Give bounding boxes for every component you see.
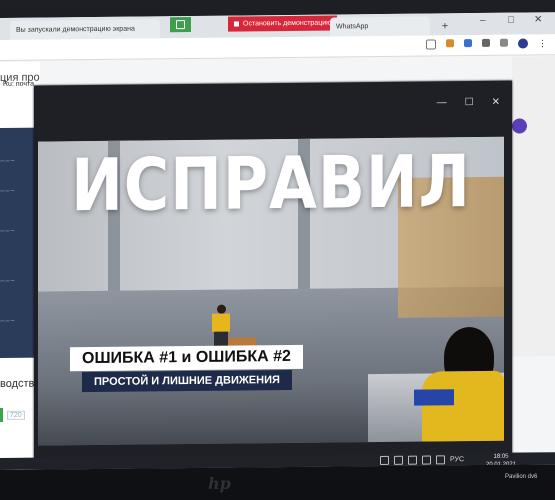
browser-maximize-button[interactable]: □ [508, 15, 514, 26]
quality-indicator [0, 407, 3, 422]
tab-active[interactable]: Вы запускали демонстрацию экрана [10, 19, 160, 40]
hp-logo: hp [208, 474, 231, 493]
user-avatar[interactable] [512, 118, 527, 134]
worker-shirt [422, 370, 504, 442]
background-page-right [512, 56, 555, 357]
volume-icon[interactable] [408, 455, 417, 465]
extension-icon[interactable] [500, 38, 508, 47]
menu-dots-icon[interactable]: ⋮ [538, 38, 547, 49]
tab-whatsapp[interactable]: WhatsApp [330, 16, 430, 37]
extension-icon[interactable] [446, 39, 454, 48]
window-controls: — ☐ ✕ [437, 97, 500, 109]
profile-avatar[interactable] [518, 38, 528, 49]
extension-icon[interactable] [464, 39, 472, 48]
stop-sharing-button[interactable]: Остановить демонстрацию [228, 15, 338, 32]
people-icon[interactable] [380, 455, 389, 466]
page-text-line: — — — [0, 227, 15, 233]
page-title-fragment: ция про [0, 71, 40, 84]
stop-icon [234, 21, 239, 27]
worker-foreground [414, 326, 504, 442]
quality-value[interactable]: 720 [7, 410, 25, 420]
browser-minimize-button[interactable]: – [480, 15, 486, 26]
stop-sharing-label: Остановить демонстрацию [243, 19, 332, 28]
worker-sleeve [414, 389, 454, 406]
worker-body [212, 313, 230, 332]
language-indicator[interactable]: РУС [450, 456, 464, 463]
address-bar: ⋮ [0, 34, 555, 61]
share-screen-icon [176, 20, 185, 30]
close-button[interactable]: ✕ [492, 97, 500, 108]
system-tray: РУС [380, 455, 464, 466]
minimize-button[interactable]: — [437, 97, 447, 108]
video-headline: ИСПРАВИЛ [71, 139, 471, 228]
extension-toolbar: ⋮ [426, 38, 547, 50]
star-icon[interactable] [426, 39, 436, 50]
notification-icon[interactable] [436, 455, 445, 465]
page-text-line: — — — [0, 317, 15, 323]
monitor-model-label: Pavilion dv6 [505, 474, 538, 480]
worker-head [217, 304, 226, 314]
browser-close-button[interactable]: ✕ [534, 14, 542, 25]
errors-sublabel: ПРОСТОЙ И ЛИШНИЕ ДВИЖЕНИЯ [82, 369, 292, 393]
screen: Вы запускали демонстрацию экрана Останов… [0, 12, 555, 471]
page-text-line: — — — [0, 157, 15, 163]
new-tab-button[interactable]: + [438, 16, 452, 35]
page-text-line: — — — [0, 187, 15, 193]
network-icon[interactable] [394, 455, 403, 465]
puzzle-icon[interactable] [482, 38, 490, 47]
errors-label: ОШИБКА #1 и ОШИБКА #2 [70, 344, 303, 372]
video-frame[interactable]: ИСПРАВИЛ ОШИБКА #1 и ОШИБКА #2 ПРОСТОЙ И… [38, 136, 504, 446]
maximize-button[interactable]: ☐ [465, 97, 474, 108]
battery-icon[interactable] [422, 455, 431, 465]
video-player-window: — ☐ ✕ ИСПРАВИЛ ОШИБКА #1 и ОШИБКА #2 ПРО… [34, 80, 512, 471]
page-text-line: — — — [0, 277, 15, 283]
screen-share-bar [170, 16, 191, 33]
